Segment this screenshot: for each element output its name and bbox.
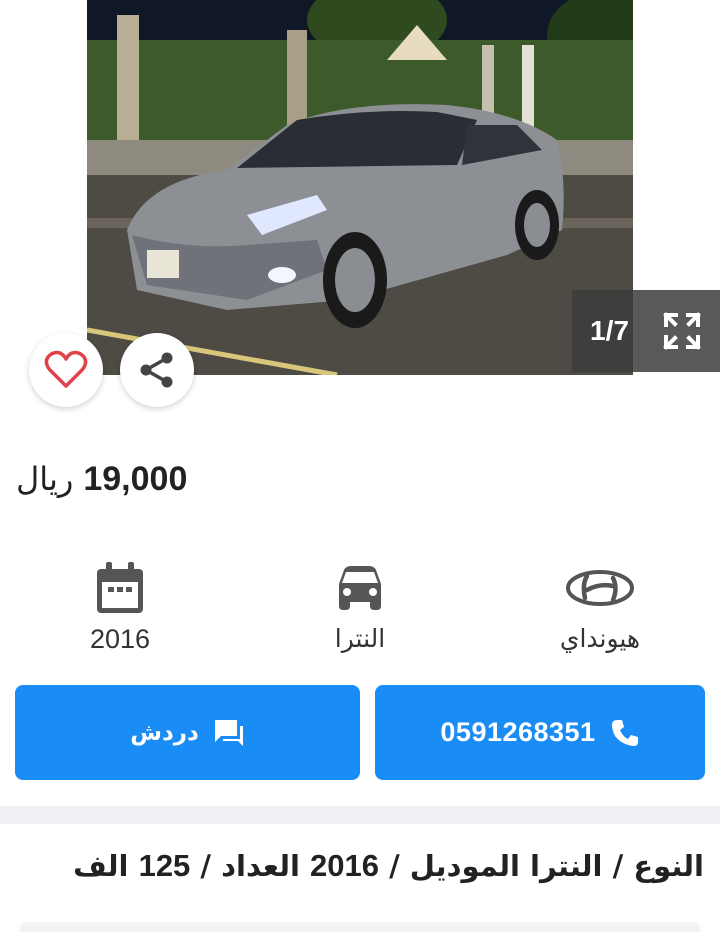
price: 19,000 ريال — [16, 460, 187, 499]
detail-mileage-unit: الف — [73, 849, 129, 883]
chevron-right-icon — [649, 151, 667, 183]
detail-model-value: النترا — [530, 849, 603, 883]
photo-gallery[interactable]: 1/7 — [0, 0, 720, 375]
spec-model: النترا — [280, 560, 440, 653]
heart-icon — [44, 350, 88, 388]
spec-make: هيونداي — [520, 560, 680, 653]
hyundai-logo-icon — [566, 570, 634, 606]
next-section-edge — [20, 922, 700, 932]
photo-counter: 1/7 — [590, 315, 629, 346]
gallery-next-button[interactable] — [636, 145, 680, 189]
favorite-button[interactable] — [29, 333, 103, 407]
phone-icon — [611, 719, 638, 746]
fullscreen-icon[interactable] — [662, 311, 702, 351]
chevron-left-icon — [53, 151, 71, 183]
share-button[interactable] — [120, 333, 194, 407]
gallery-prev-button[interactable] — [40, 145, 84, 189]
detail-type-label: النوع — [633, 849, 704, 883]
section-divider — [0, 806, 720, 824]
spec-make-value: هيونداي — [559, 624, 641, 653]
price-amount: 19,000 — [83, 460, 188, 498]
detail-mileage-value: 125 — [138, 848, 191, 883]
listing-details-line: النوع / النترا الموديل / 2016 العداد / 1… — [73, 848, 704, 883]
spec-year-value: 2016 — [89, 624, 151, 654]
car-icon — [339, 566, 381, 610]
spec-model-value: النترا — [334, 624, 386, 653]
car-photo-illustration — [87, 0, 633, 375]
call-button[interactable]: 0591268351 — [375, 685, 705, 780]
detail-mileage-label: العداد — [221, 849, 300, 883]
detail-year-value: 2016 — [310, 848, 379, 883]
chat-icon — [214, 719, 243, 746]
calendar-icon — [97, 562, 143, 613]
spec-year: 2016 — [40, 560, 200, 655]
car-photo[interactable] — [87, 0, 633, 375]
phone-number: 0591268351 — [440, 717, 596, 747]
price-currency: ريال — [16, 460, 74, 498]
gallery-counter-bar: 1/7 — [572, 290, 720, 372]
share-icon — [140, 352, 173, 388]
detail-model-label: الموديل — [409, 849, 520, 883]
chat-button-label: دردش — [130, 719, 199, 746]
chat-button[interactable]: دردش — [15, 685, 360, 780]
